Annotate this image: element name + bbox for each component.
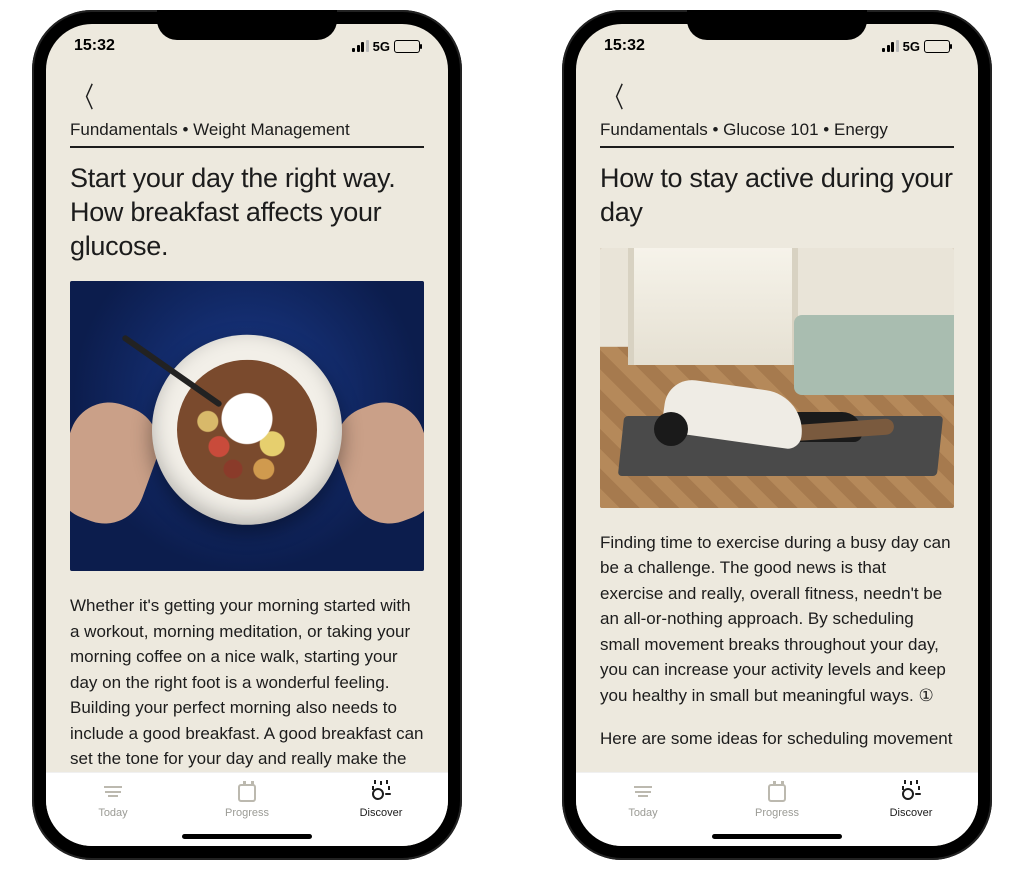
progress-icon <box>236 783 258 803</box>
status-right: 5G <box>882 39 950 54</box>
device-notch <box>687 10 867 40</box>
article-content: Fundamentals • Weight Management Start y… <box>46 120 448 772</box>
phone-mockup-right: 15:32 5G 〈 Fundamentals • Glucose 101 • … <box>562 10 992 860</box>
article-body: Whether it's getting your morning starte… <box>70 593 424 772</box>
tab-label: Discover <box>890 807 933 819</box>
phone-mockup-left: 15:32 5G 〈 Fundamentals • Weight Managem… <box>32 10 462 860</box>
progress-icon <box>766 783 788 803</box>
tab-label: Progress <box>755 807 799 819</box>
network-label: 5G <box>903 39 920 54</box>
tab-bar: Today Progress Discover <box>576 772 978 846</box>
nav-back-area: 〈 <box>46 68 448 120</box>
screen: 15:32 5G 〈 Fundamentals • Weight Managem… <box>46 24 448 846</box>
today-icon <box>632 783 654 803</box>
network-label: 5G <box>373 39 390 54</box>
breadcrumb[interactable]: Fundamentals • Glucose 101 • Energy <box>600 120 954 146</box>
status-time: 15:32 <box>74 37 115 55</box>
article-title: Start your day the right way. How breakf… <box>70 162 424 263</box>
discover-icon <box>901 783 921 803</box>
hero-image-yoga <box>600 248 954 508</box>
tab-label: Discover <box>360 807 403 819</box>
discover-icon <box>371 783 391 803</box>
status-time: 15:32 <box>604 37 645 55</box>
battery-icon <box>394 40 420 53</box>
back-button-icon[interactable]: 〈 <box>74 76 94 116</box>
battery-icon <box>924 40 950 53</box>
tab-progress[interactable]: Progress <box>202 783 292 819</box>
breadcrumb[interactable]: Fundamentals • Weight Management <box>70 120 424 146</box>
screen: 15:32 5G 〈 Fundamentals • Glucose 101 • … <box>576 24 978 846</box>
breadcrumb-divider <box>600 146 954 148</box>
breadcrumb-divider <box>70 146 424 148</box>
tab-today[interactable]: Today <box>68 783 158 819</box>
home-indicator[interactable] <box>712 834 842 839</box>
article-body-p1: Finding time to exercise during a busy d… <box>600 530 954 709</box>
tab-bar: Today Progress Discover <box>46 772 448 846</box>
hero-image-breakfast <box>70 281 424 571</box>
tab-label: Progress <box>225 807 269 819</box>
home-indicator[interactable] <box>182 834 312 839</box>
device-notch <box>157 10 337 40</box>
article-title: How to stay active during your day <box>600 162 954 230</box>
signal-icon <box>882 40 899 52</box>
article-body-p2: Here are some ideas for scheduling movem… <box>600 726 954 752</box>
signal-icon <box>352 40 369 52</box>
tab-label: Today <box>628 807 657 819</box>
status-right: 5G <box>352 39 420 54</box>
tab-progress[interactable]: Progress <box>732 783 822 819</box>
back-button-icon[interactable]: 〈 <box>604 76 624 116</box>
today-icon <box>102 783 124 803</box>
nav-back-area: 〈 <box>576 68 978 120</box>
tab-label: Today <box>98 807 127 819</box>
article-content: Fundamentals • Glucose 101 • Energy How … <box>576 120 978 772</box>
tab-discover[interactable]: Discover <box>336 783 426 819</box>
tab-today[interactable]: Today <box>598 783 688 819</box>
tab-discover[interactable]: Discover <box>866 783 956 819</box>
